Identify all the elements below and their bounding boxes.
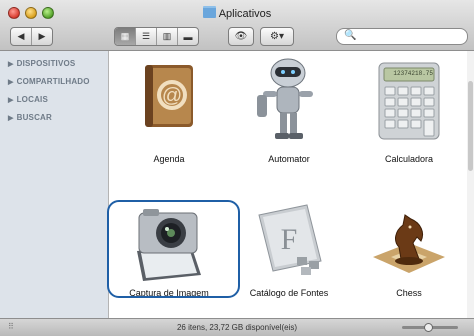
disclosure-triangle-icon: ▶ <box>8 79 14 86</box>
view-mode-control: ▦ ☰ ▥ ▬ <box>114 27 199 46</box>
app-label: Automator <box>268 154 310 164</box>
sidebar-item-locais[interactable]: ▶ LOCAIS <box>8 95 48 104</box>
toolbar: Aplicativos ◀ ▶ ▦ ☰ ▥ ▬ 👁 ⚙▾ 🔍 <box>0 0 474 51</box>
app-label: Agenda <box>153 154 185 164</box>
icon-view-icon[interactable]: ▦ <box>115 28 136 45</box>
font-book-icon: F <box>258 204 322 275</box>
app-calculadora[interactable]: 12374218.75 Calculadora <box>349 51 469 171</box>
selection-highlight <box>107 200 240 298</box>
app-catalogo-de-fontes[interactable]: F Catálogo de Fontes <box>229 191 349 311</box>
sidebar-item-compartilhado[interactable]: ▶ COMPARTILHADO <box>8 77 90 86</box>
sidebar-item-buscar[interactable]: ▶ BUSCAR <box>8 113 52 122</box>
icon-size-slider[interactable] <box>402 323 458 332</box>
action-menu-button[interactable]: ⚙▾ <box>260 27 294 46</box>
forward-arrow-icon[interactable]: ▶ <box>32 28 52 45</box>
svg-text:@: @ <box>162 85 182 107</box>
coverflow-view-icon[interactable]: ▬ <box>178 28 198 45</box>
window-title-text: Aplicativos <box>218 8 272 20</box>
column-view-icon[interactable]: ▥ <box>157 28 178 45</box>
calculator-display: 12374218.75 <box>393 70 433 77</box>
finder-window: Aplicativos ◀ ▶ ▦ ☰ ▥ ▬ 👁 ⚙▾ 🔍 ▶ DISPOSIT… <box>0 0 474 336</box>
back-forward-control: ◀ ▶ <box>10 27 53 46</box>
sidebar: ▶ DISPOSITIVOS ▶ COMPARTILHADO ▶ LOCAIS ▶ BU… <box>0 51 109 318</box>
back-arrow-icon[interactable]: ◀ <box>11 28 32 45</box>
app-label: Catálogo de Fontes <box>249 288 329 298</box>
quicklook-button[interactable]: 👁 <box>228 27 254 46</box>
window-title: Aplicativos <box>0 6 474 20</box>
folder-icon <box>202 6 216 18</box>
list-view-icon[interactable]: ☰ <box>136 28 157 45</box>
search-field[interactable]: 🔍 <box>336 28 468 45</box>
app-label: Chess <box>396 288 422 298</box>
gear-icon: ⚙▾ <box>270 31 284 42</box>
app-chess[interactable]: Chess <box>349 191 469 311</box>
disclosure-triangle-icon: ▶ <box>8 115 14 122</box>
app-label: Calculadora <box>384 154 434 164</box>
scrollbar-thumb[interactable] <box>468 81 473 171</box>
status-bar: ⠿ 26 itens, 23,72 GB disponível(eis) <box>0 318 474 336</box>
eye-icon: 👁 <box>234 31 248 42</box>
sidebar-item-dispositivos[interactable]: ▶ DISPOSITIVOS <box>8 59 75 68</box>
app-agenda[interactable]: @ Agenda <box>109 51 229 171</box>
svg-text:F: F <box>281 223 298 256</box>
chess-knight-icon <box>373 214 445 273</box>
disclosure-triangle-icon: ▶ <box>8 97 14 104</box>
magnifier-icon: 🔍 <box>344 30 357 41</box>
vertical-scrollbar[interactable] <box>467 51 474 318</box>
address-book-icon: @ <box>145 65 193 127</box>
app-automator[interactable]: Automator <box>229 51 349 171</box>
slider-knob[interactable] <box>424 323 433 332</box>
automator-robot-icon <box>257 58 313 139</box>
disclosure-triangle-icon: ▶ <box>8 61 14 68</box>
